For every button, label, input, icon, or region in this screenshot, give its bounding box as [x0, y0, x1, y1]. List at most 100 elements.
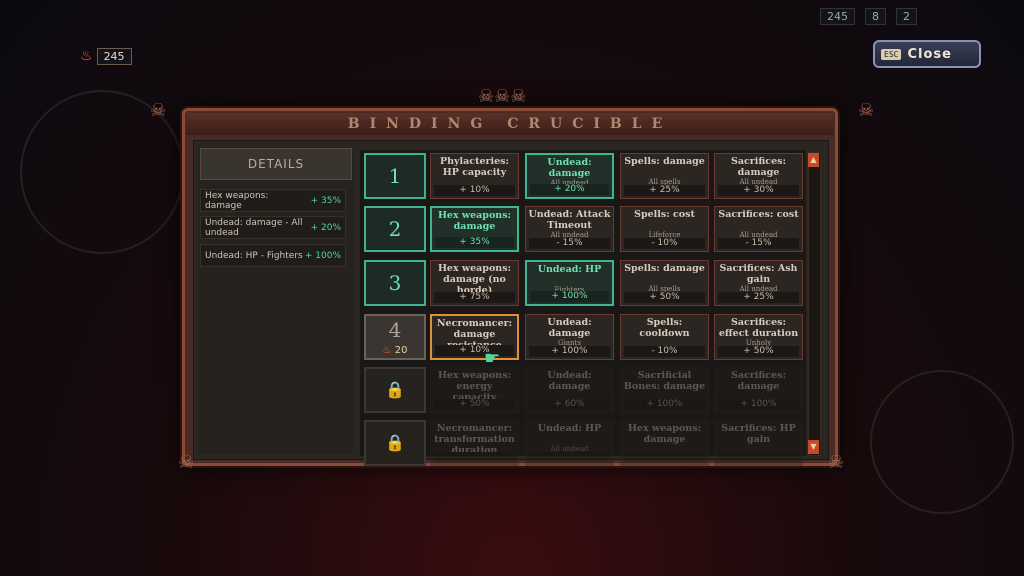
tier-number: 2 [388, 217, 402, 241]
detail-value: + 20% [310, 222, 341, 233]
option-value: - 10% [624, 238, 705, 249]
lock-icon: 🔒 [385, 433, 405, 452]
option-title: Sacrifices: effect duration [718, 317, 799, 339]
option-title: Spells: cost [634, 209, 695, 220]
ash-flame-icon: ♨ [382, 345, 395, 356]
tier-3-badge[interactable]: 3 [364, 260, 426, 306]
upgrade-option-card: Sacrifices: damage + 100% [714, 367, 803, 413]
tier-cost: ♨ 20 [366, 345, 424, 357]
close-label: Close [907, 46, 952, 62]
tier-1-badge[interactable]: 1 [364, 153, 426, 199]
option-title: Hex weapons: damage [627, 423, 702, 445]
option-title: Undead: damage [547, 317, 592, 339]
option-value: + 100% [530, 291, 609, 302]
resource-value: 2 [896, 8, 917, 25]
tier-cost-value: 20 [394, 345, 408, 356]
option-title: Undead: HP [537, 423, 602, 434]
option-value: + 10% [435, 345, 514, 356]
tier-4-badge[interactable]: 4 ♨ 20 [364, 314, 426, 360]
option-title: Sacrifices: cost [718, 209, 799, 220]
upgrade-option-card[interactable]: Undead: damage All undead + 20% [525, 153, 614, 199]
upgrade-option-card[interactable]: Undead: damage Giants + 100% [525, 314, 614, 360]
upgrade-option-card[interactable]: Sacrifices: cost All undead - 15% [714, 206, 803, 252]
upgrade-option-card[interactable]: Sacrifices: effect duration Unholy + 50% [714, 314, 803, 360]
option-value: + 75% [434, 292, 515, 303]
option-title: Sacrificial Bones: damage [623, 370, 706, 392]
upgrade-option-card[interactable]: Sacrifices: Ash gain All undead + 25% [714, 260, 803, 306]
option-value: + 50% [718, 346, 799, 357]
upgrade-option-card: Hex weapons: damage [620, 420, 709, 466]
option-value [434, 452, 515, 463]
bg-decoration [870, 370, 1014, 514]
upgrade-option-card[interactable]: Hex weapons: damage + 35% [430, 206, 519, 252]
upgrade-option-card: Hex weapons: energy capacity + 50% [430, 367, 519, 413]
upgrade-option-card: Sacrifices: HP gain [714, 420, 803, 466]
detail-row: Undead: HP - Fighters + 100% [200, 244, 346, 267]
upgrade-option-card[interactable]: Phylacteries: HP capacity + 10% [430, 153, 519, 199]
option-value [624, 452, 705, 463]
detail-row: Hex weapons: damage + 35% [200, 189, 346, 212]
option-value: + 50% [434, 399, 515, 410]
upgrade-option-card[interactable]: Spells: damage All spells + 25% [620, 153, 709, 199]
currency-display: ♨ 245 [80, 45, 132, 67]
option-value: + 100% [718, 399, 799, 410]
tier-number: 1 [388, 164, 402, 188]
option-value: + 10% [434, 185, 515, 196]
option-title: Sacrifices: damage [730, 156, 786, 178]
resource-value: 245 [820, 8, 855, 25]
resource-value: 8 [865, 8, 886, 25]
option-title: Undead: damage [547, 157, 592, 179]
option-value: + 30% [718, 185, 799, 196]
upgrade-option-card[interactable]: Hex weapons: damage (no horde) + 75% [430, 260, 519, 306]
option-title: Undead: Attack Timeout [528, 209, 611, 231]
scrollbar[interactable] [808, 152, 821, 456]
details-title: DETAILS [200, 148, 352, 180]
option-value: - 15% [718, 238, 799, 249]
option-title: Undead: HP [537, 264, 602, 275]
option-title: Spells: cooldown [639, 317, 690, 339]
resource-bar: 245 8 2 [820, 8, 917, 25]
detail-row: Undead: damage - All undead + 20% [200, 216, 346, 239]
scroll-down-button[interactable]: ▼ [808, 440, 819, 454]
upgrade-option-card: Undead: HP All undead [525, 420, 614, 466]
option-title: Sacrifices: damage [730, 370, 786, 392]
option-value: + 20% [530, 184, 609, 195]
tier-2-badge[interactable]: 2 [364, 206, 426, 252]
option-value: + 25% [624, 185, 705, 196]
upgrade-option-card: Sacrificial Bones: damage + 100% [620, 367, 709, 413]
upgrade-option-card: Necromancer: transformation duration [430, 420, 519, 466]
option-value: - 10% [624, 346, 705, 357]
option-value: + 100% [624, 399, 705, 410]
tier-number: 3 [388, 271, 402, 295]
esc-key-icon: ESC [881, 48, 902, 60]
skull-ornament-icon: ☠ [178, 452, 195, 473]
upgrade-option-card[interactable]: Sacrifices: damage All undead + 30% [714, 153, 803, 199]
upgrade-option-card[interactable]: Undead: HP Fighters + 100% [525, 260, 614, 306]
option-title: Hex weapons: damage [437, 210, 512, 232]
option-value: + 35% [435, 237, 514, 248]
scroll-up-button[interactable]: ▲ [808, 153, 819, 167]
option-title: Spells: damage [624, 263, 705, 274]
close-button[interactable]: ESC Close [873, 40, 981, 68]
upgrade-option-card[interactable]: Spells: cost Lifeforce - 10% [620, 206, 709, 252]
panel-title: BINDING CRUCIBLE [186, 113, 834, 135]
upgrade-option-card[interactable]: Necromancer: damage resistance+ 10% [430, 314, 519, 360]
option-value [718, 452, 799, 463]
skull-ornament-icon: ☠☠☠ [478, 86, 527, 107]
option-title: Undead: damage [547, 370, 592, 392]
option-title: Phylacteries: HP capacity [439, 156, 510, 178]
pointer-hand-icon: ☛ [484, 348, 501, 369]
upgrade-option-card[interactable]: Spells: damage All spells + 50% [620, 260, 709, 306]
option-value: + 100% [529, 346, 610, 357]
tier-number: 4 [388, 318, 402, 342]
upgrade-option-card[interactable]: Undead: Attack Timeout All undead - 15% [525, 206, 614, 252]
ash-flame-icon: ♨ [80, 48, 93, 64]
detail-value: + 100% [304, 250, 341, 261]
option-value: + 60% [529, 399, 610, 410]
tier-6-badge: 🔒 [364, 420, 426, 466]
option-title: Sacrifices: Ash gain [719, 263, 798, 285]
detail-value: + 35% [310, 195, 341, 206]
upgrade-option-card[interactable]: Spells: cooldown - 10% [620, 314, 709, 360]
skull-ornament-icon: ☠ [828, 452, 845, 473]
tier-5-badge: 🔒 [364, 367, 426, 413]
